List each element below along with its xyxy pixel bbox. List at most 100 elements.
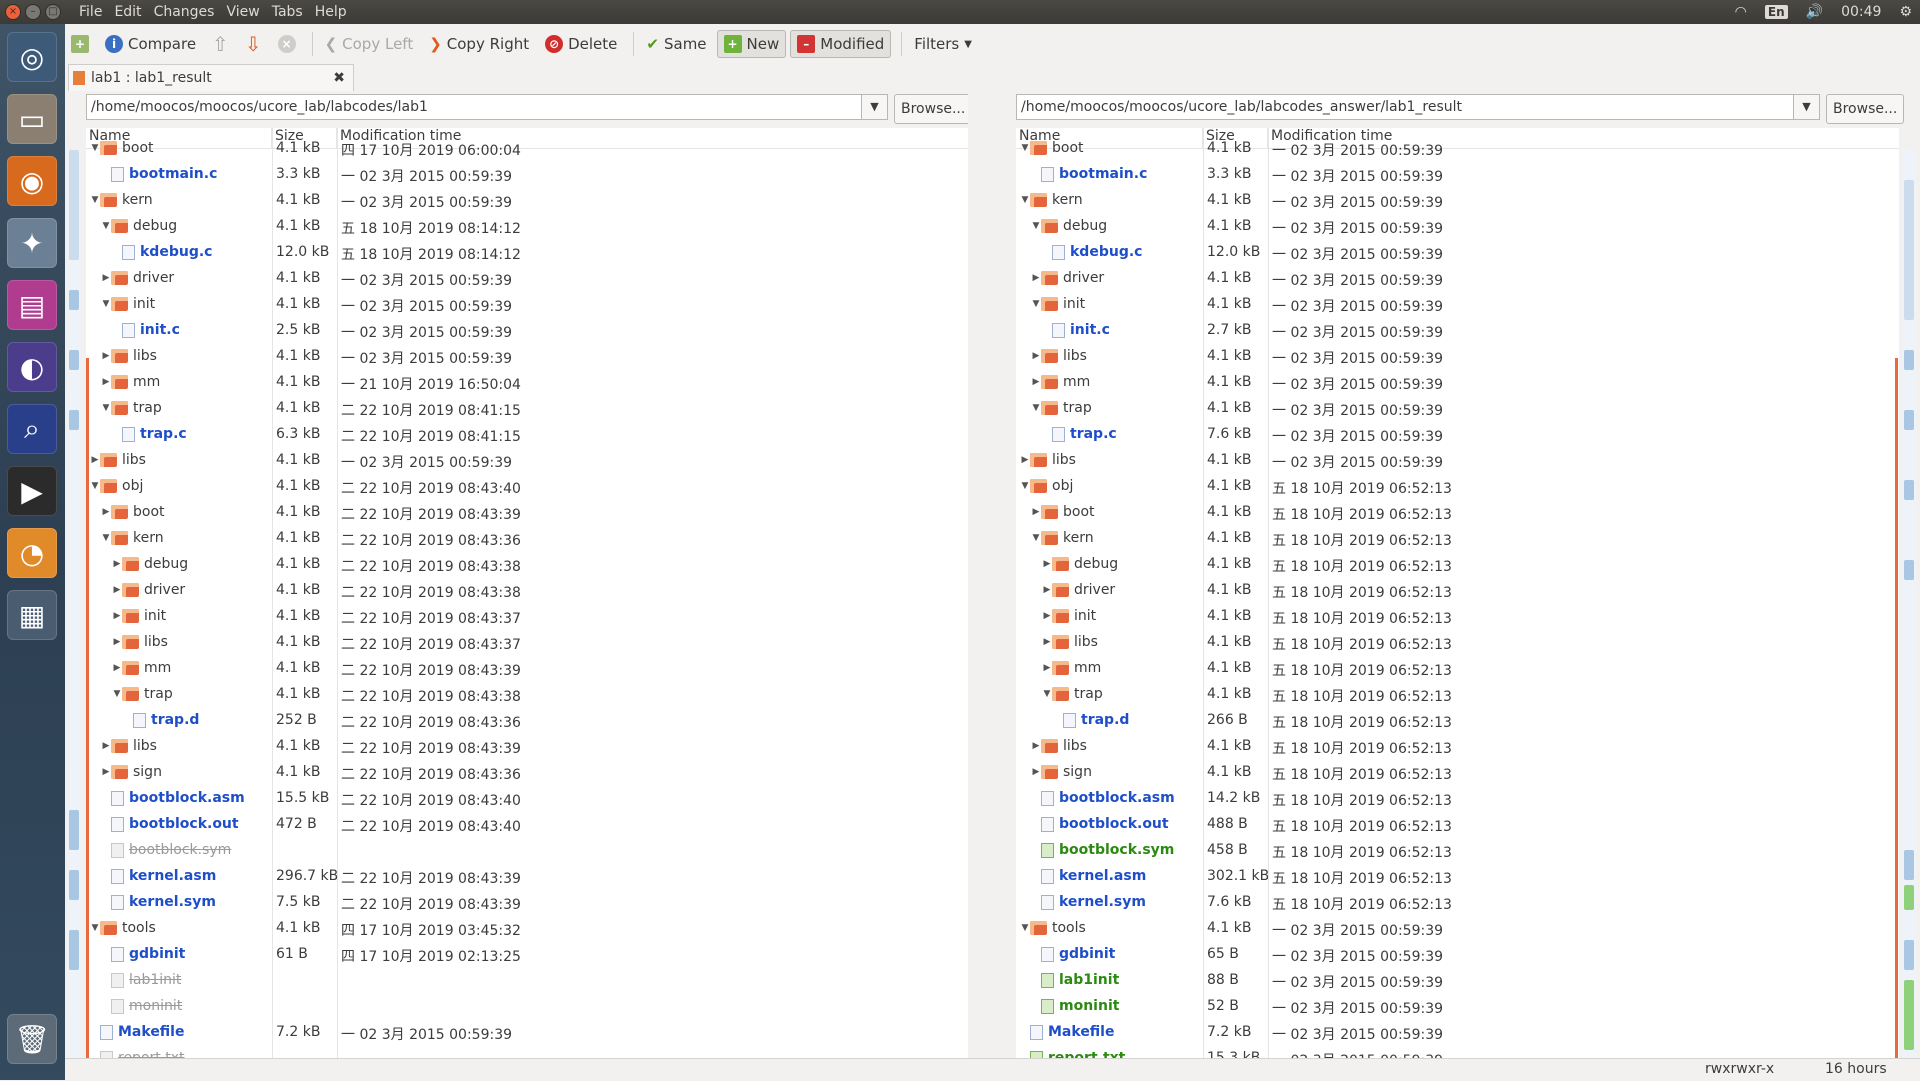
- tree-row[interactable]: bootblock.sym 458 B 五 18 10月 2019 06:52:13: [1016, 837, 1899, 863]
- tree-row[interactable]: init.c 2.5 kB 一 02 3月 2015 00:59:39: [86, 317, 968, 343]
- tree-row[interactable]: kernel.sym 7.5 kB 二 22 10月 2019 08:43:39: [86, 889, 968, 915]
- tree-row[interactable]: ▶ sign 4.1 kB 五 18 10月 2019 06:52:13: [1016, 759, 1899, 785]
- tree-row[interactable]: ▶ libs 4.1 kB 二 22 10月 2019 08:43:37: [86, 629, 968, 655]
- tree-row[interactable]: ▶ boot 4.1 kB 二 22 10月 2019 08:43:39: [86, 499, 968, 525]
- tree-row[interactable]: trap.d 252 B 二 22 10月 2019 08:43:36: [86, 707, 968, 733]
- tree-row[interactable]: moninit: [86, 993, 968, 1019]
- filters-dropdown[interactable]: Filters ▼: [908, 31, 978, 57]
- tree-row[interactable]: ▶ libs 4.1 kB 五 18 10月 2019 06:52:13: [1016, 629, 1899, 655]
- expanded-arrow-icon[interactable]: ▼: [1042, 689, 1052, 699]
- expanded-arrow-icon[interactable]: ▼: [1020, 481, 1030, 491]
- tree-row[interactable]: moninit 52 B 一 02 3月 2015 00:59:39: [1016, 993, 1899, 1019]
- tab-lab1-result[interactable]: lab1 : lab1_result ✖: [68, 64, 354, 91]
- collapsed-arrow-icon[interactable]: ▶: [101, 741, 111, 751]
- tree-row[interactable]: init.c 2.7 kB 一 02 3月 2015 00:59:39: [1016, 317, 1899, 343]
- collapsed-arrow-icon[interactable]: ▶: [1042, 637, 1052, 647]
- tree-row[interactable]: gdbinit 61 B 四 17 10月 2019 02:13:25: [86, 941, 968, 967]
- tree-row[interactable]: ▼ debug 4.1 kB 五 18 10月 2019 08:14:12: [86, 213, 968, 239]
- tree-row[interactable]: bootblock.sym: [86, 837, 968, 863]
- tree-row[interactable]: lab1init 88 B 一 02 3月 2015 00:59:39: [1016, 967, 1899, 993]
- tree-row[interactable]: ▼ kern 4.1 kB 一 02 3月 2015 00:59:39: [1016, 187, 1899, 213]
- tree-row[interactable]: ▶ driver 4.1 kB 一 02 3月 2015 00:59:39: [86, 265, 968, 291]
- tree-row[interactable]: kernel.asm 302.1 kB 五 18 10月 2019 06:52:13: [1016, 863, 1899, 889]
- gear-icon[interactable]: ⚙: [1899, 4, 1912, 20]
- expanded-arrow-icon[interactable]: ▼: [1031, 533, 1041, 543]
- tree-row[interactable]: ▼ boot 4.1 kB 一 02 3月 2015 00:59:39: [1016, 135, 1899, 161]
- volume-icon[interactable]: 🔊: [1806, 4, 1823, 20]
- keyboard-layout-indicator[interactable]: En: [1764, 5, 1788, 19]
- tree-row[interactable]: ▼ init 4.1 kB 一 02 3月 2015 00:59:39: [86, 291, 968, 317]
- tree-row[interactable]: ▼ init 4.1 kB 一 02 3月 2015 00:59:39: [1016, 291, 1899, 317]
- system-settings-icon[interactable]: ✦: [7, 218, 57, 268]
- tree-row[interactable]: Makefile 7.2 kB 一 02 3月 2015 00:59:39: [86, 1019, 968, 1045]
- copy-left-button[interactable]: ❮ Copy Left: [319, 31, 420, 57]
- stop-button[interactable]: ×: [272, 31, 302, 57]
- left-browse-button[interactable]: Browse...: [894, 94, 973, 124]
- tree-row[interactable]: ▶ driver 4.1 kB 一 02 3月 2015 00:59:39: [1016, 265, 1899, 291]
- tree-row[interactable]: ▼ debug 4.1 kB 一 02 3月 2015 00:59:39: [1016, 213, 1899, 239]
- tree-row[interactable]: ▼ tools 4.1 kB 四 17 10月 2019 03:45:32: [86, 915, 968, 941]
- expanded-arrow-icon[interactable]: ▼: [90, 481, 100, 491]
- collapsed-arrow-icon[interactable]: ▶: [1031, 767, 1041, 777]
- file-manager-icon[interactable]: ▭: [7, 94, 57, 144]
- window-manager-icon[interactable]: ▤: [7, 280, 57, 330]
- eclipse-icon[interactable]: ◐: [7, 342, 57, 392]
- tree-row[interactable]: ▶ mm 4.1 kB 一 21 10月 2019 16:50:04: [86, 369, 968, 395]
- delete-button[interactable]: ⊘ Delete: [539, 31, 623, 57]
- tree-row[interactable]: Makefile 7.2 kB 一 02 3月 2015 00:59:39: [1016, 1019, 1899, 1045]
- collapsed-arrow-icon[interactable]: ▶: [1042, 559, 1052, 569]
- tree-row[interactable]: ▶ libs 4.1 kB 一 02 3月 2015 00:59:39: [1016, 343, 1899, 369]
- wifi-icon[interactable]: ◠: [1735, 4, 1747, 20]
- tree-row[interactable]: ▶ init 4.1 kB 五 18 10月 2019 06:52:13: [1016, 603, 1899, 629]
- expanded-arrow-icon[interactable]: ▼: [1020, 195, 1030, 205]
- right-path-input[interactable]: /home/moocos/moocos/ucore_lab/labcodes_a…: [1016, 94, 1794, 120]
- tree-row[interactable]: ▼ trap 4.1 kB 二 22 10月 2019 08:41:15: [86, 395, 968, 421]
- expanded-arrow-icon[interactable]: ▼: [90, 143, 100, 153]
- tree-row[interactable]: ▼ kern 4.1 kB 一 02 3月 2015 00:59:39: [86, 187, 968, 213]
- menu-file[interactable]: File: [73, 4, 108, 20]
- expanded-arrow-icon[interactable]: ▼: [1031, 299, 1041, 309]
- tree-row[interactable]: ▶ driver 4.1 kB 五 18 10月 2019 06:52:13: [1016, 577, 1899, 603]
- collapsed-arrow-icon[interactable]: ▶: [101, 351, 111, 361]
- expanded-arrow-icon[interactable]: ▼: [101, 221, 111, 231]
- tree-row[interactable]: ▼ trap 4.1 kB 一 02 3月 2015 00:59:39: [1016, 395, 1899, 421]
- previous-change-button[interactable]: ⇧: [206, 28, 235, 60]
- expanded-arrow-icon[interactable]: ▼: [1020, 923, 1030, 933]
- tree-row[interactable]: ▶ debug 4.1 kB 二 22 10月 2019 08:43:38: [86, 551, 968, 577]
- next-change-button[interactable]: ⇩: [239, 28, 268, 60]
- tree-row[interactable]: ▼ trap 4.1 kB 二 22 10月 2019 08:43:38: [86, 681, 968, 707]
- tree-row[interactable]: gdbinit 65 B 一 02 3月 2015 00:59:39: [1016, 941, 1899, 967]
- tree-row[interactable]: kdebug.c 12.0 kB 一 02 3月 2015 00:59:39: [1016, 239, 1899, 265]
- left-path-input[interactable]: /home/moocos/moocos/ucore_lab/labcodes/l…: [86, 94, 862, 120]
- tree-row[interactable]: ▶ sign 4.1 kB 二 22 10月 2019 08:43:36: [86, 759, 968, 785]
- trash-icon[interactable]: 🗑: [7, 1014, 57, 1064]
- menu-edit[interactable]: Edit: [108, 4, 147, 20]
- meld-icon[interactable]: ◔: [7, 528, 57, 578]
- collapsed-arrow-icon[interactable]: ▶: [1020, 455, 1030, 465]
- tree-row[interactable]: ▶ libs 4.1 kB 五 18 10月 2019 06:52:13: [1016, 733, 1899, 759]
- close-tab-icon[interactable]: ✖: [333, 70, 345, 86]
- left-diff-overview[interactable]: [67, 150, 81, 1058]
- menu-help[interactable]: Help: [309, 4, 353, 20]
- expanded-arrow-icon[interactable]: ▼: [101, 299, 111, 309]
- tree-row[interactable]: bootblock.asm 15.5 kB 二 22 10月 2019 08:43:…: [86, 785, 968, 811]
- expanded-arrow-icon[interactable]: ▼: [90, 923, 100, 933]
- right-diff-overview[interactable]: [1902, 150, 1916, 1058]
- clock[interactable]: 00:49: [1841, 4, 1881, 20]
- tree-row[interactable]: ▶ libs 4.1 kB 二 22 10月 2019 08:43:39: [86, 733, 968, 759]
- new-comparison-button[interactable]: +: [65, 31, 95, 57]
- expanded-arrow-icon[interactable]: ▼: [1020, 143, 1030, 153]
- menu-changes[interactable]: Changes: [148, 4, 221, 20]
- terminal-icon[interactable]: ▶: [7, 466, 57, 516]
- minimize-window-icon[interactable]: –: [25, 4, 41, 20]
- tree-row[interactable]: bootmain.c 3.3 kB 一 02 3月 2015 00:59:39: [1016, 161, 1899, 187]
- tree-row[interactable]: trap.c 7.6 kB 一 02 3月 2015 00:59:39: [1016, 421, 1899, 447]
- tree-row[interactable]: ▼ kern 4.1 kB 二 22 10月 2019 08:43:36: [86, 525, 968, 551]
- tree-row[interactable]: ▼ boot 4.1 kB 四 17 10月 2019 06:00:04: [86, 135, 968, 161]
- tree-row[interactable]: bootblock.asm 14.2 kB 五 18 10月 2019 06:52:…: [1016, 785, 1899, 811]
- compare-button[interactable]: i Compare: [99, 31, 202, 57]
- firefox-icon[interactable]: ◉: [7, 156, 57, 206]
- maximize-window-icon[interactable]: □: [45, 4, 61, 20]
- tree-row[interactable]: kernel.sym 7.6 kB 五 18 10月 2019 06:52:13: [1016, 889, 1899, 915]
- collapsed-arrow-icon[interactable]: ▶: [112, 637, 122, 647]
